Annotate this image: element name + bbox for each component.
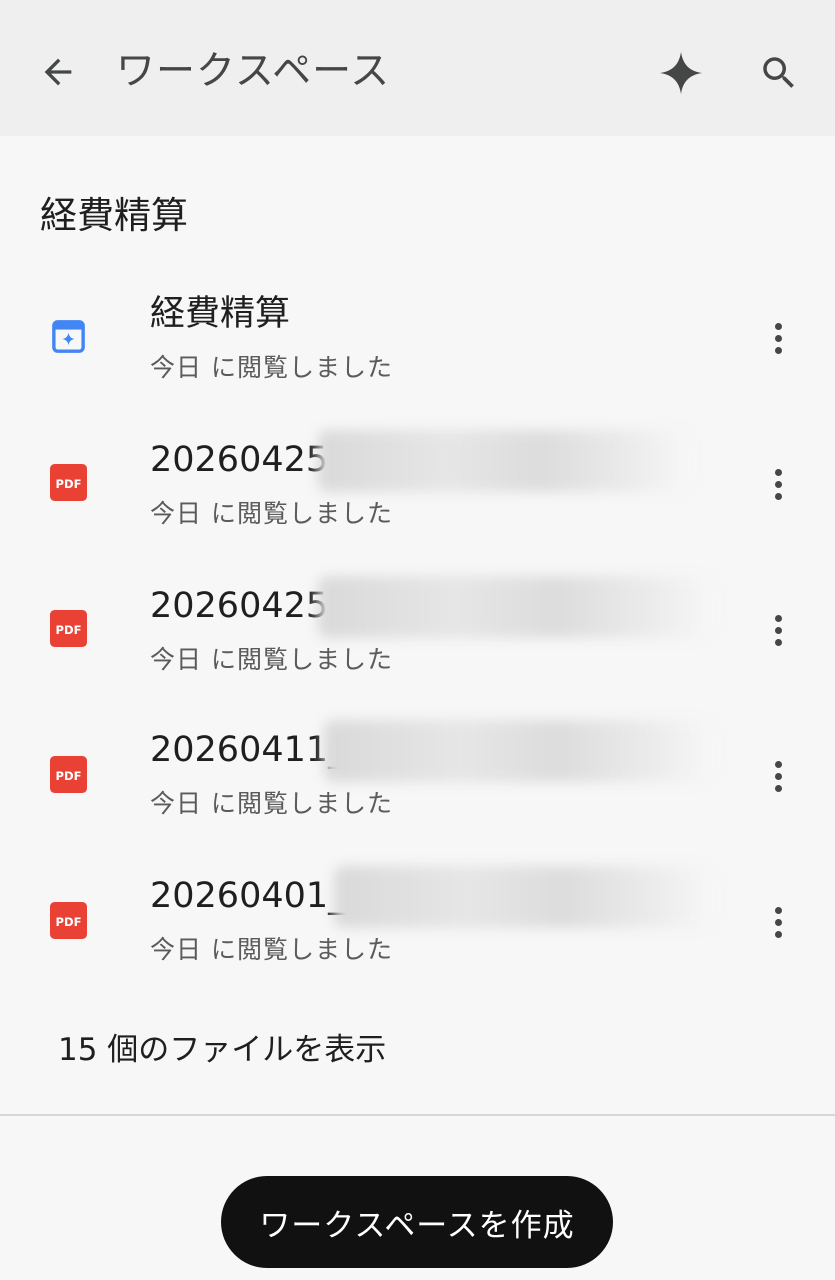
file-list-item[interactable]: 経費精算 今日 に閲覧しました — [0, 276, 835, 404]
workspace-doc-icon — [50, 318, 87, 355]
file-list-item[interactable]: PDF 20260425 今日 に閲覧しました — [0, 568, 835, 696]
search-icon — [763, 57, 794, 88]
svg-text:PDF: PDF — [56, 915, 82, 929]
file-list-item[interactable]: PDF 20260411_ 今日 に閲覧しました — [0, 712, 835, 840]
more-options-button[interactable] — [758, 602, 798, 658]
sparkle-icon — [659, 51, 703, 95]
top-app-bar: ワークスペース — [0, 0, 835, 136]
redacted-filename — [318, 576, 714, 638]
file-viewed-status: 今日 に閲覧しました — [150, 499, 393, 528]
more-options-button[interactable] — [758, 310, 798, 366]
file-list-item[interactable]: PDF 20260401_ 今日 に閲覧しました — [0, 858, 835, 986]
svg-text:PDF: PDF — [56, 477, 82, 491]
search-button[interactable] — [752, 46, 806, 100]
file-viewed-status: 今日 に閲覧しました — [150, 645, 393, 674]
divider — [0, 1114, 835, 1116]
pdf-icon: PDF — [50, 902, 87, 939]
svg-text:PDF: PDF — [56, 769, 82, 783]
more-vert-icon — [774, 322, 782, 330]
pdf-icon: PDF — [50, 610, 87, 647]
create-workspace-button[interactable]: ワークスペースを作成 — [221, 1176, 613, 1268]
more-options-button[interactable] — [758, 894, 798, 950]
more-vert-icon — [774, 906, 782, 914]
section-title: 経費精算 — [40, 194, 188, 237]
more-options-button[interactable] — [758, 456, 798, 512]
redacted-filename — [324, 720, 714, 782]
file-name: 20260425 — [150, 440, 329, 480]
more-vert-icon — [774, 468, 782, 476]
page-title: ワークスペース — [116, 49, 391, 94]
file-viewed-status: 今日 に閲覧しました — [150, 353, 393, 382]
gemini-button[interactable] — [654, 46, 708, 100]
back-button[interactable] — [34, 48, 82, 96]
more-vert-icon — [774, 760, 782, 768]
file-name: 20260425 — [150, 586, 329, 626]
pdf-icon: PDF — [50, 464, 87, 501]
file-name: 経費精算 — [150, 294, 291, 334]
svg-text:PDF: PDF — [56, 623, 82, 637]
file-list-item[interactable]: PDF 20260425 今日 に閲覧しました — [0, 422, 835, 550]
pdf-icon: PDF — [50, 756, 87, 793]
redacted-filename — [318, 430, 690, 492]
file-viewed-status: 今日 に閲覧しました — [150, 789, 393, 818]
file-viewed-status: 今日 に閲覧しました — [150, 935, 393, 964]
show-all-files-link[interactable]: 15 個のファイルを表示 — [58, 1026, 386, 1074]
more-vert-icon — [774, 614, 782, 622]
redacted-filename — [334, 866, 714, 928]
file-name: 20260411_ — [150, 730, 346, 770]
more-options-button[interactable] — [758, 748, 798, 804]
arrow-left-icon — [44, 58, 72, 86]
file-name: 20260401_ — [150, 876, 346, 916]
